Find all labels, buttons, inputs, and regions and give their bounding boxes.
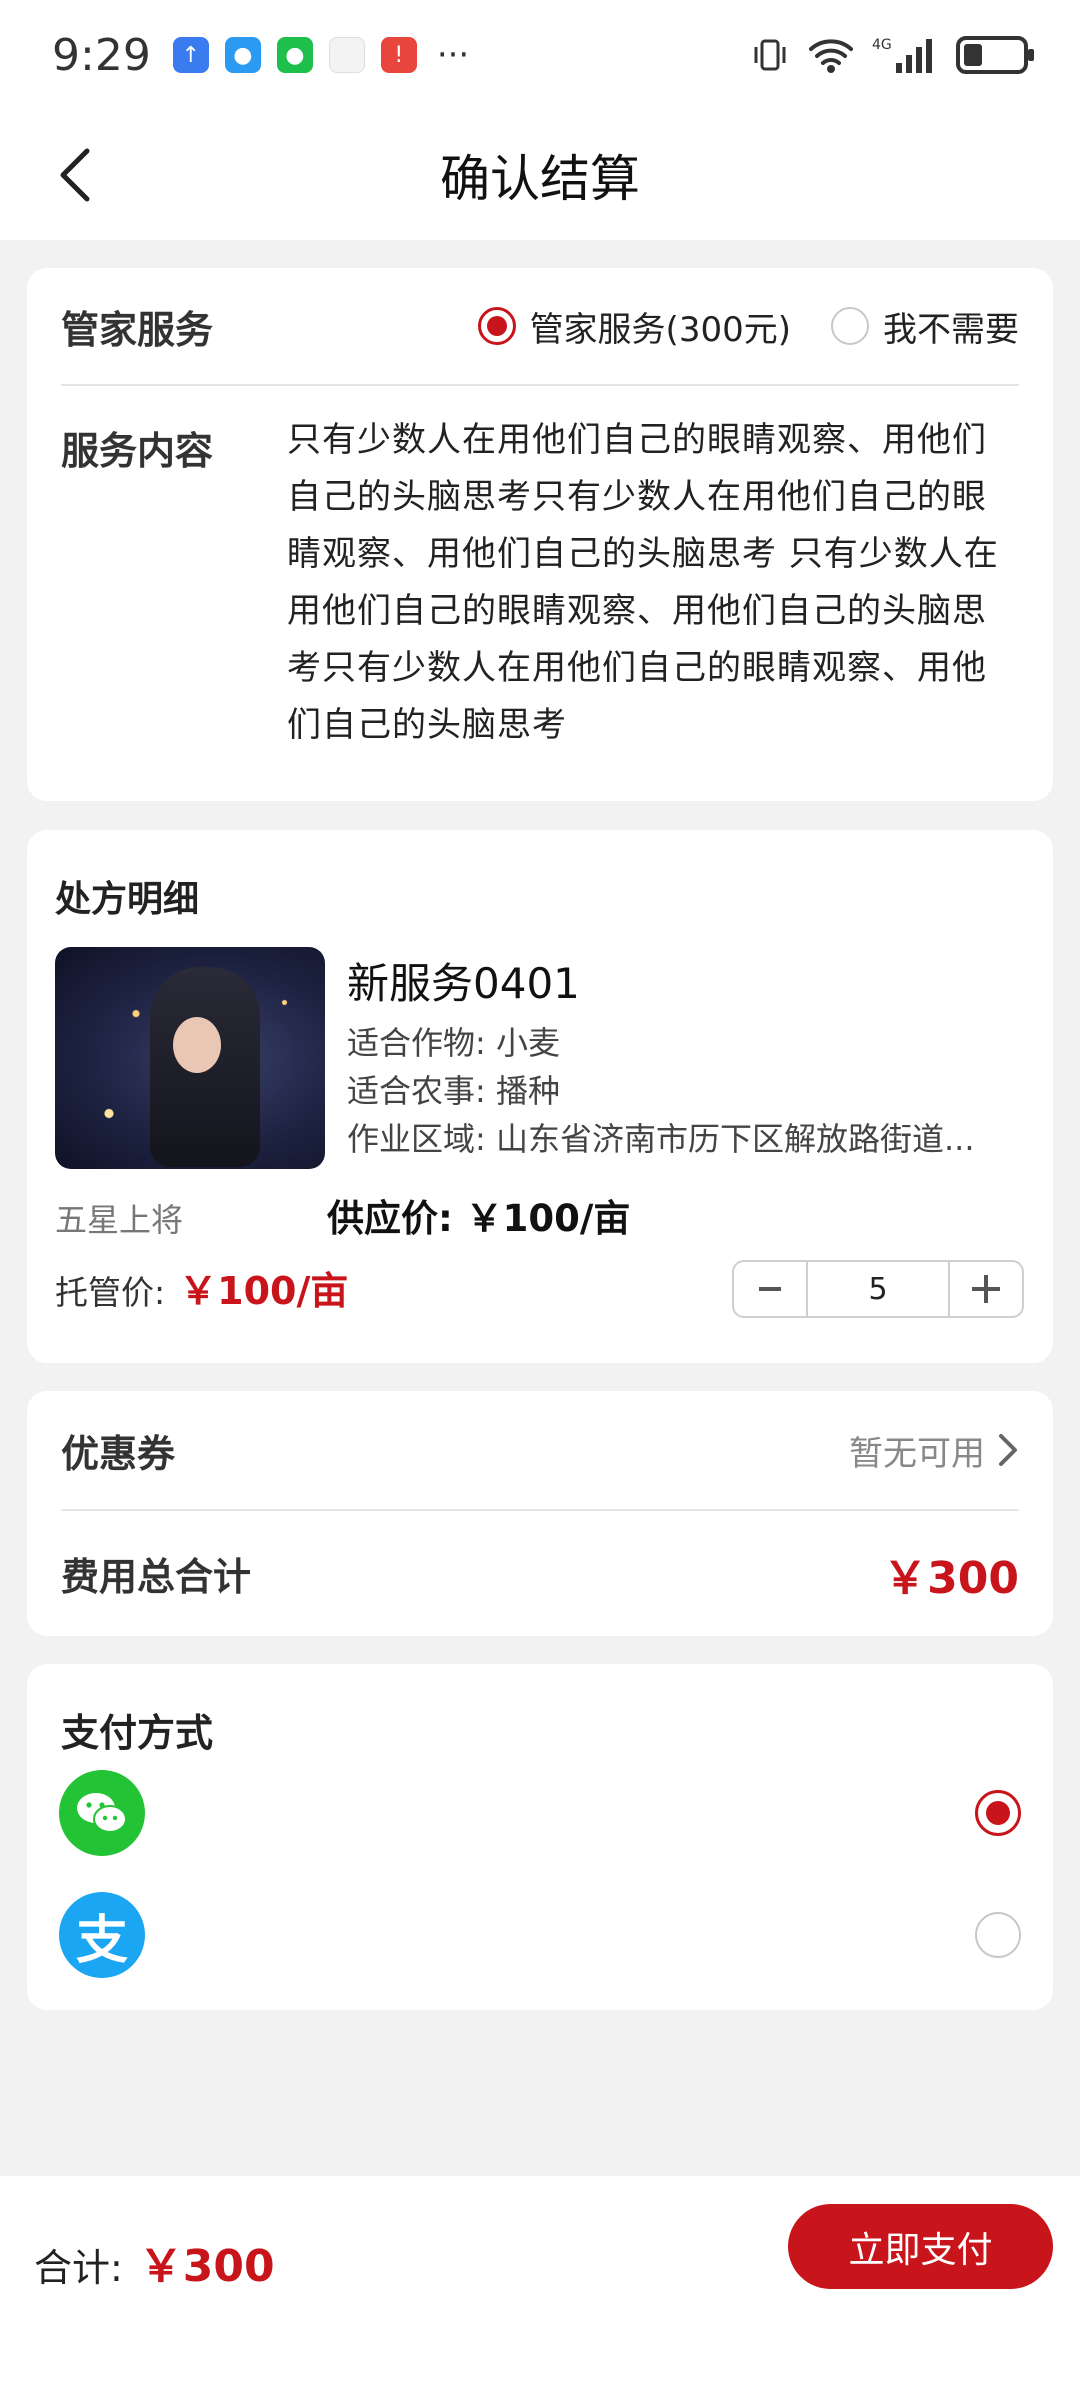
area-value: 山东省济南市历下区解放路街道...	[495, 1120, 975, 1158]
task-label: 适合农事:	[347, 1072, 486, 1110]
wechat-notification-icon: ●	[276, 37, 313, 73]
service-option-label: 我不需要	[883, 309, 1019, 350]
total-value: ￥300	[883, 1552, 1019, 1604]
service-option-row: 管家服务 管家服务(300元) 我不需要	[61, 268, 1019, 386]
footer-total-label: 合计:	[34, 2246, 123, 2290]
decrement-button[interactable]	[734, 1262, 806, 1316]
radio-selected-icon[interactable]	[477, 307, 516, 345]
hosting-price: 托管价: ￥100/亩	[55, 1260, 348, 1315]
payment-method-alipay[interactable]: 支	[59, 1890, 1021, 1980]
coupon-row[interactable]: 优惠券 暂无可用	[61, 1391, 1019, 1511]
service-option-none[interactable]: 我不需要	[831, 302, 1019, 351]
status-bar: 9:29 ↑ ● ● ! ··· 4G	[0, 0, 1080, 110]
supply-value: ￥100/亩	[465, 1197, 631, 1240]
radio-selected-icon[interactable]	[975, 1790, 1021, 1836]
total-row: 费用总合计 ￥300	[61, 1511, 1019, 1636]
service-option-butler[interactable]: 管家服务(300元)	[477, 302, 791, 351]
wechat-pay-icon	[59, 1770, 145, 1856]
radio-unselected-icon[interactable]	[831, 307, 869, 345]
wifi-icon	[808, 35, 854, 75]
payment-card: 支付方式 支	[27, 1664, 1053, 2010]
item-task: 适合农事: 播种	[347, 1066, 560, 1112]
battery-icon	[956, 36, 1034, 74]
message-notification-icon: ●	[224, 37, 261, 73]
hosting-value: ￥100/亩	[179, 1269, 349, 1313]
crop-value: 小麦	[495, 1024, 560, 1062]
quantity-stepper: 5	[732, 1260, 1024, 1318]
summary-card: 优惠券 暂无可用 费用总合计 ￥300	[27, 1391, 1053, 1636]
network-type: 4G	[872, 37, 892, 53]
coupon-value: 暂无可用	[849, 1433, 985, 1474]
service-option-label: 管家服务(300元)	[529, 309, 791, 350]
prescription-card: 处方明细 新服务0401 适合作物: 小麦 适合农事: 播种 作业区域: 山东省…	[27, 830, 1053, 1363]
increment-button[interactable]	[950, 1262, 1022, 1316]
chevron-left-icon	[60, 148, 90, 202]
area-label: 作业区域:	[347, 1120, 486, 1158]
more-notifications-icon: ···	[436, 35, 470, 75]
total-label: 费用总合计	[61, 1555, 252, 1599]
service-thumbnail	[55, 947, 325, 1169]
plus-icon	[972, 1275, 1000, 1303]
service-radio-group: 管家服务(300元) 我不需要	[477, 302, 1019, 351]
task-value: 播种	[495, 1072, 560, 1110]
app-notification-icon: !	[380, 37, 417, 73]
pay-now-button[interactable]: 立即支付	[788, 2204, 1053, 2289]
chevron-right-icon	[999, 1434, 1017, 1466]
footer-total: 合计: ￥300	[34, 2230, 275, 2294]
supply-price: 供应价: ￥100/亩	[327, 1188, 630, 1242]
service-content-text: 只有少数人在用他们自己的眼睛观察、用他们自己的头脑思考只有少数人在用他们自己的眼…	[287, 420, 999, 745]
radio-unselected-icon[interactable]	[975, 1912, 1021, 1958]
quantity-value[interactable]: 5	[806, 1262, 950, 1316]
payment-title: 支付方式	[61, 1711, 214, 1755]
item-name: 新服务0401	[347, 959, 580, 1008]
minus-icon	[759, 1287, 781, 1291]
item-area: 作业区域: 山东省济南市历下区解放路街道...	[347, 1114, 975, 1160]
service-content-row: 服务内容 只有少数人在用他们自己的眼睛观察、用他们自己的头脑思考只有少数人在用他…	[61, 420, 1019, 754]
vibrate-icon	[750, 35, 790, 75]
nav-bar: 确认结算	[0, 110, 1080, 240]
grade-text: 五星上将	[55, 1201, 184, 1239]
service-content-label: 服务内容	[61, 429, 214, 473]
alipay-icon: 支	[59, 1892, 145, 1978]
footer-total-value: ￥300	[138, 2241, 275, 2292]
calendar-notification-icon	[328, 37, 365, 73]
payment-method-wechat[interactable]	[59, 1768, 1021, 1858]
upload-notification-icon: ↑	[172, 37, 209, 73]
bottom-bar: 合计: ￥300 立即支付	[0, 2176, 1080, 2388]
back-button[interactable]	[40, 140, 110, 210]
service-card: 管家服务 管家服务(300元) 我不需要 服务内容 只有少数人在用他们自己的眼睛…	[27, 268, 1053, 801]
signal-icon: 4G	[872, 35, 938, 75]
coupon-label: 优惠券	[61, 1431, 176, 1476]
service-label: 管家服务	[61, 307, 214, 352]
status-time: 9:29	[52, 29, 151, 81]
crop-label: 适合作物:	[347, 1024, 486, 1062]
prescription-title: 处方明细	[55, 879, 200, 920]
page-title: 确认结算	[440, 150, 640, 208]
hosting-label: 托管价:	[55, 1273, 166, 1312]
supply-label: 供应价:	[327, 1197, 453, 1240]
item-crop: 适合作物: 小麦	[347, 1018, 560, 1064]
